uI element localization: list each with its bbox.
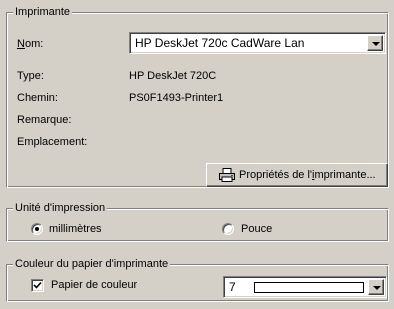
print-unit-group-legend: Unité d'impression	[13, 201, 108, 215]
properties-label-post: mprimante...	[314, 169, 376, 181]
name-label-accelerator: N	[17, 38, 25, 50]
name-label-text: om:	[24, 38, 44, 50]
path-value: PS0F1493-Printer1	[129, 92, 224, 104]
color-paper-label[interactable]: Papier de couleur	[51, 278, 137, 292]
printer-properties-button[interactable]: Propriétés de l'imprimante...	[206, 163, 388, 187]
paper-color-group-legend: Couleur du papier d'imprimante	[13, 257, 171, 271]
printer-name-select[interactable]: HP DeskJet 720c CadWare Lan	[129, 32, 386, 54]
chevron-down-icon	[373, 286, 381, 290]
printer-properties-label: Propriétés de l'imprimante...	[239, 165, 376, 185]
paper-color-dropdown-button[interactable]	[368, 279, 384, 295]
color-paper-checkbox[interactable]	[31, 279, 44, 292]
color-swatch	[254, 282, 364, 293]
path-label: Chemin:	[17, 92, 58, 104]
chevron-down-icon	[372, 42, 380, 46]
type-label: Type:	[17, 70, 44, 82]
location-label: Emplacement:	[17, 136, 88, 148]
printer-group: Imprimante Nom: HP DeskJet 720c CadWare …	[6, 5, 389, 188]
inch-radio[interactable]	[222, 223, 234, 235]
printer-icon	[219, 168, 235, 182]
millimeters-radio[interactable]	[31, 223, 43, 235]
printer-name-value: HP DeskJet 720c CadWare Lan	[135, 36, 305, 50]
name-label: Nom:	[17, 37, 43, 51]
printer-name-dropdown-button[interactable]	[367, 35, 383, 51]
paper-color-group: Couleur du papier d'imprimante Papier de…	[6, 257, 389, 302]
remark-label: Remarque:	[17, 114, 72, 126]
printer-group-legend: Imprimante	[13, 5, 73, 19]
millimeters-label[interactable]: millimètres	[49, 222, 102, 236]
paper-color-value: 7	[229, 280, 236, 294]
print-unit-group: Unité d'impression millimètres Pouce	[6, 201, 389, 242]
properties-label-pre: Propriétés de l'	[239, 169, 313, 181]
checkmark-icon	[33, 281, 42, 289]
inch-label[interactable]: Pouce	[241, 222, 272, 236]
paper-color-select[interactable]: 7	[223, 276, 387, 298]
type-value: HP DeskJet 720C	[129, 70, 217, 82]
